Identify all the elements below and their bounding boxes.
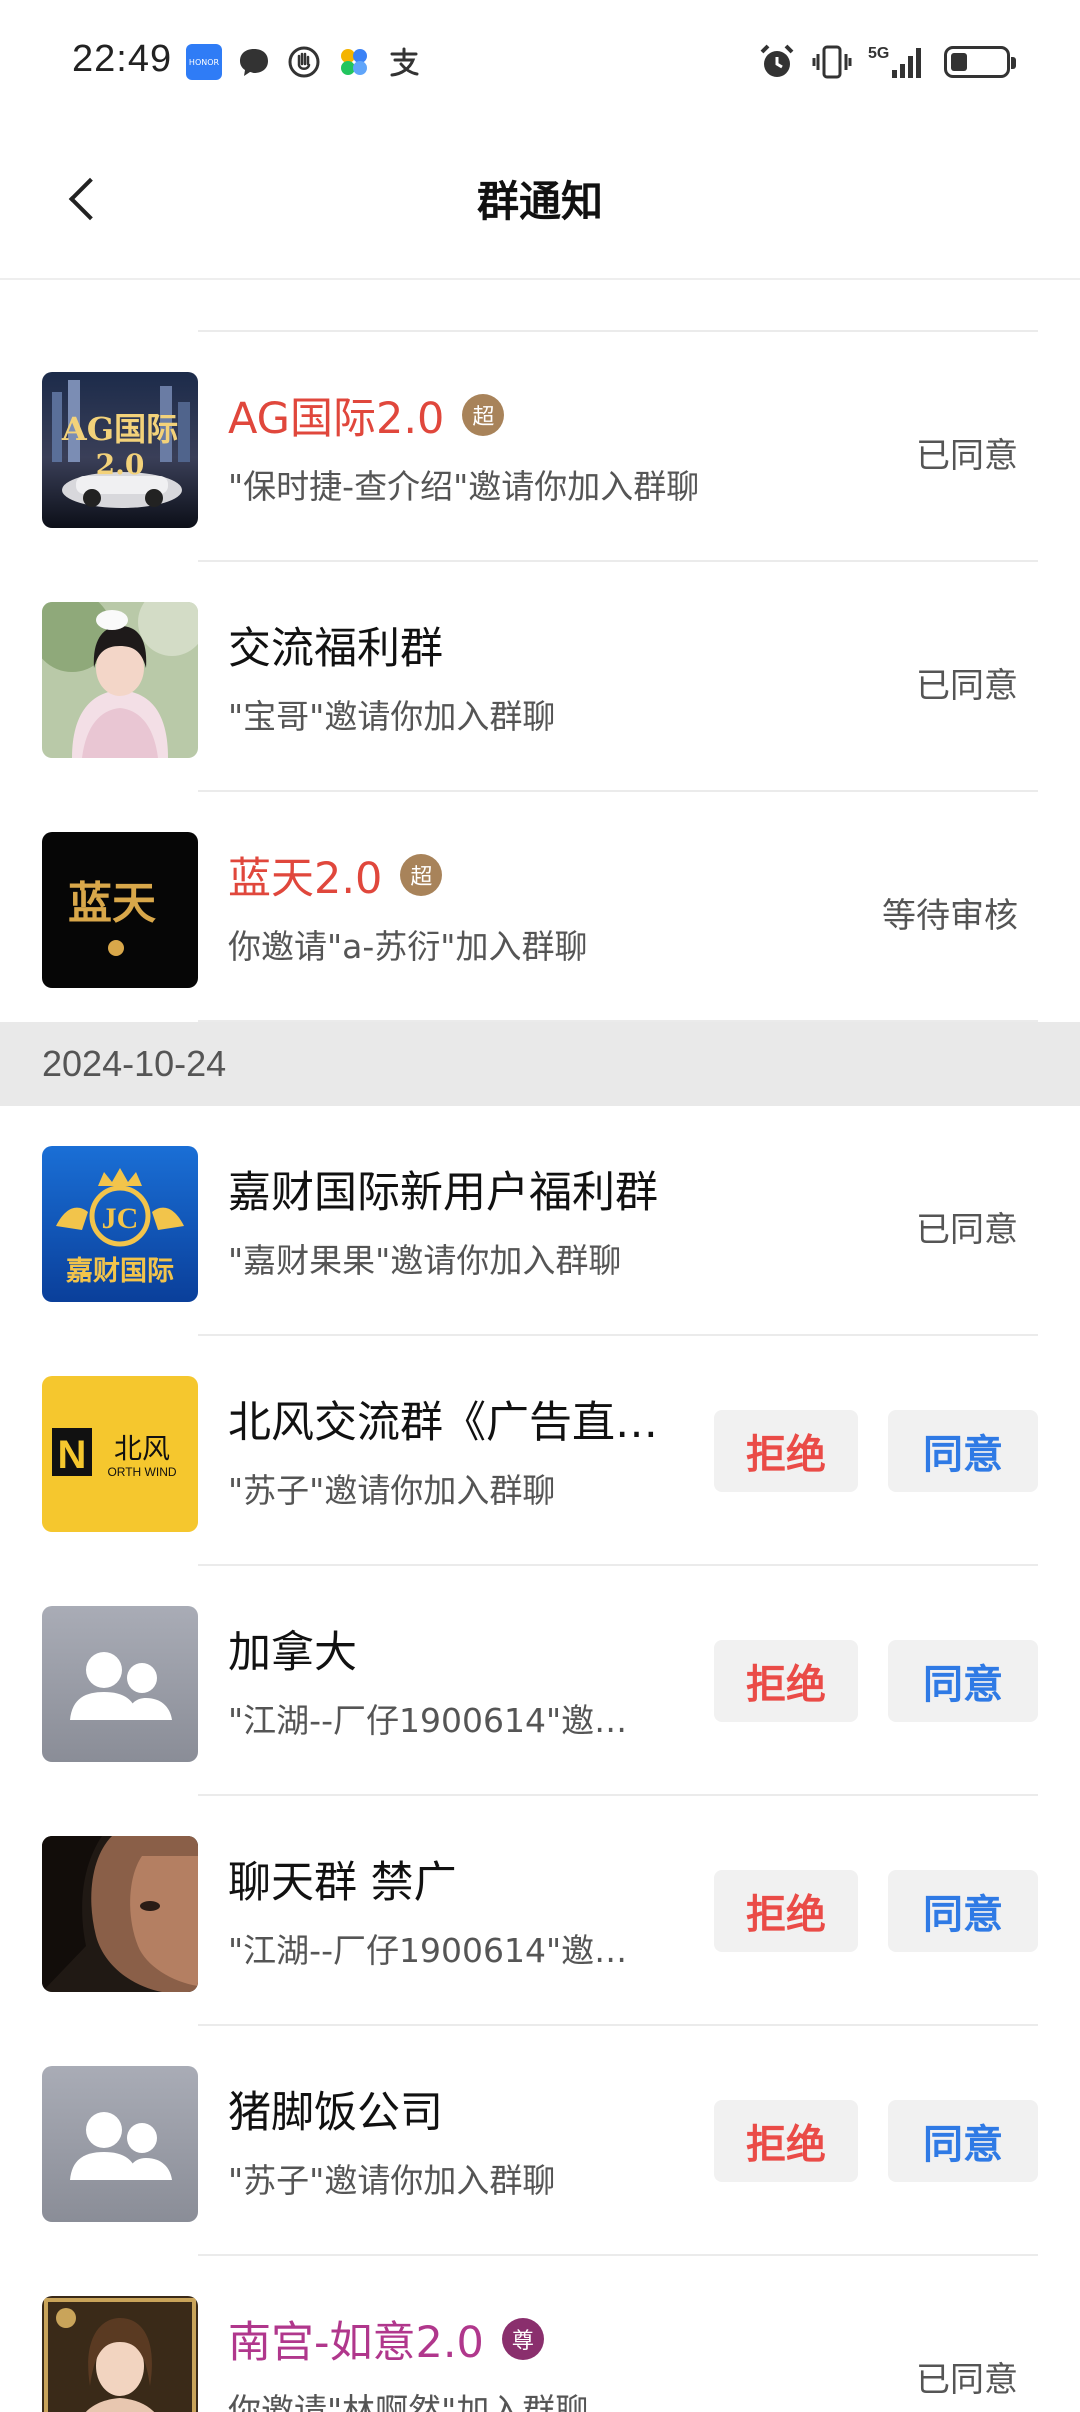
- group-avatar: 蓝天: [42, 832, 198, 988]
- list-item[interactable]: N 北风 ORTH WIND 北风交流群《广告直… "苏子"邀请你加入群聊 拒绝…: [0, 1336, 1080, 1566]
- group-name-line: 蓝天2.0 超: [228, 844, 443, 906]
- reject-button[interactable]: 拒绝: [714, 1870, 858, 1952]
- status-text: 已同意: [916, 436, 1018, 476]
- invite-text: 你邀请"林啊然"加入群聊: [228, 2391, 589, 2412]
- row-divider: [198, 1020, 1038, 1022]
- battery-icon: [944, 46, 1016, 78]
- list-item[interactable]: 交流福利群 "宝哥"邀请你加入群聊 已同意: [0, 562, 1080, 792]
- invite-text: "苏子"邀请你加入群聊: [228, 2161, 556, 2200]
- invite-text: "嘉财果果"邀请你加入群聊: [228, 1241, 622, 1280]
- group-notification-list: AG国际 2.0 AG国际2.0 超 "保时捷-查介绍"邀请你加入群聊 已同意: [0, 282, 1080, 2412]
- svg-text:北风: 北风: [114, 1432, 170, 1465]
- invite-text: "宝哥"邀请你加入群聊: [228, 697, 556, 736]
- invite-text: 你邀请"a-苏衍"加入群聊: [228, 927, 588, 966]
- group-name-line: 加拿大: [228, 1618, 357, 1680]
- status-text: 已同意: [916, 1210, 1018, 1250]
- group-avatar-placeholder: [42, 1606, 198, 1762]
- group-name-line: AG国际2.0 超: [228, 384, 505, 446]
- alarm-icon: [760, 44, 794, 77]
- page-title: 群通知: [476, 177, 603, 226]
- system-icons: 5G: [758, 42, 1016, 82]
- group-name-line: 北风交流群《广告直…: [228, 1388, 658, 1450]
- status-text: 已同意: [916, 666, 1018, 706]
- list-top-spacer: [0, 282, 1080, 332]
- group-name: 南宫-如意2.0: [228, 2318, 484, 2368]
- date-section-header: 2024-10-24: [0, 1022, 1080, 1106]
- group-name-line: 聊天群 禁广: [228, 1848, 457, 1910]
- status-time: 22:49: [72, 38, 173, 80]
- group-avatar-placeholder: [42, 2066, 198, 2222]
- group-name: 北风交流群《广告直…: [228, 1398, 658, 1448]
- group-name: 蓝天2.0: [228, 854, 383, 904]
- pinwheel-icon: [336, 44, 372, 80]
- group-avatar: N 北风 ORTH WIND: [42, 1376, 198, 1532]
- group-name-line: 交流福利群: [228, 614, 443, 676]
- svg-text:AG国际: AG国际: [61, 410, 178, 448]
- svg-text:2.0: 2.0: [96, 448, 145, 481]
- accept-button[interactable]: 同意: [888, 1870, 1038, 1952]
- super-group-badge: 超: [462, 394, 505, 436]
- list-item[interactable]: JC 嘉财国际 嘉财国际新用户福利群 "嘉财果果"邀请你加入群聊 已同意: [0, 1106, 1080, 1336]
- svg-text:JC: JC: [102, 1202, 139, 1235]
- hand-icon: [286, 44, 322, 80]
- accept-button[interactable]: 同意: [888, 2100, 1038, 2182]
- honor-icon: HONOR: [186, 44, 222, 80]
- list-item[interactable]: 蓝天 蓝天2.0 超 你邀请"a-苏衍"加入群聊 等待审核: [0, 792, 1080, 1022]
- group-name: 嘉财国际新用户福利群: [228, 1168, 658, 1218]
- group-avatar: JC 嘉财国际: [42, 1146, 198, 1302]
- group-name: 猪脚饭公司: [228, 2088, 443, 2138]
- status-text: 已同意: [916, 2360, 1018, 2400]
- accept-button[interactable]: 同意: [888, 1410, 1038, 1492]
- group-name: 聊天群 禁广: [228, 1858, 457, 1908]
- svg-text:ORTH WIND: ORTH WIND: [107, 1465, 176, 1479]
- invite-text: "保时捷-查介绍"邀请你加入群聊: [228, 467, 700, 506]
- top-app-bar: 群通知: [0, 124, 1080, 280]
- list-item[interactable]: 猪脚饭公司 "苏子"邀请你加入群聊 拒绝 同意: [0, 2026, 1080, 2256]
- accept-button[interactable]: 同意: [888, 1640, 1038, 1722]
- svg-text:N: N: [58, 1433, 87, 1477]
- group-avatar: [42, 602, 198, 758]
- svg-text:嘉财国际: 嘉财国际: [66, 1256, 174, 1287]
- group-avatar: [42, 2296, 198, 2412]
- list-item[interactable]: 加拿大 "江湖--厂仔1900614"邀… 拒绝 同意: [0, 1566, 1080, 1796]
- group-name: AG国际2.0: [228, 394, 445, 444]
- group-placeholder-icon: [42, 2066, 198, 2222]
- reject-button[interactable]: 拒绝: [714, 2100, 858, 2182]
- premium-group-badge: 尊: [501, 2318, 544, 2360]
- invite-text: "江湖--厂仔1900614"邀…: [228, 1701, 628, 1740]
- group-name-line: 南宫-如意2.0 尊: [228, 2308, 544, 2370]
- group-name: 加拿大: [228, 1628, 357, 1678]
- 5g-signal-icon: 5G: [868, 45, 921, 78]
- group-avatar: [42, 1836, 198, 1992]
- vibrate-icon: [812, 45, 852, 79]
- super-group-badge: 超: [400, 854, 443, 896]
- invite-text: "苏子"邀请你加入群聊: [228, 1471, 556, 1510]
- group-name-line: 嘉财国际新用户福利群: [228, 1158, 658, 1220]
- alipay-icon: [386, 44, 422, 80]
- status-text: 等待审核: [882, 896, 1018, 936]
- list-item[interactable]: 聊天群 禁广 "江湖--厂仔1900614"邀… 拒绝 同意: [0, 1796, 1080, 2026]
- notification-icons: HONOR: [186, 44, 422, 80]
- list-item[interactable]: AG国际 2.0 AG国际2.0 超 "保时捷-查介绍"邀请你加入群聊 已同意: [0, 332, 1080, 562]
- svg-text:5G: 5G: [868, 45, 889, 62]
- group-name: 交流福利群: [228, 624, 443, 674]
- reject-button[interactable]: 拒绝: [714, 1410, 858, 1492]
- message-icon: [236, 44, 272, 80]
- svg-text:蓝天: 蓝天: [68, 878, 156, 929]
- invite-text: "江湖--厂仔1900614"邀…: [228, 1931, 628, 1970]
- list-item[interactable]: 南宫-如意2.0 尊 你邀请"林啊然"加入群聊 已同意: [0, 2256, 1080, 2412]
- status-bar: 22:49 HONOR 5G: [0, 0, 1080, 124]
- reject-button[interactable]: 拒绝: [714, 1640, 858, 1722]
- group-name-line: 猪脚饭公司: [228, 2078, 443, 2140]
- group-avatar: AG国际 2.0: [42, 372, 198, 528]
- group-placeholder-icon: [42, 1606, 198, 1762]
